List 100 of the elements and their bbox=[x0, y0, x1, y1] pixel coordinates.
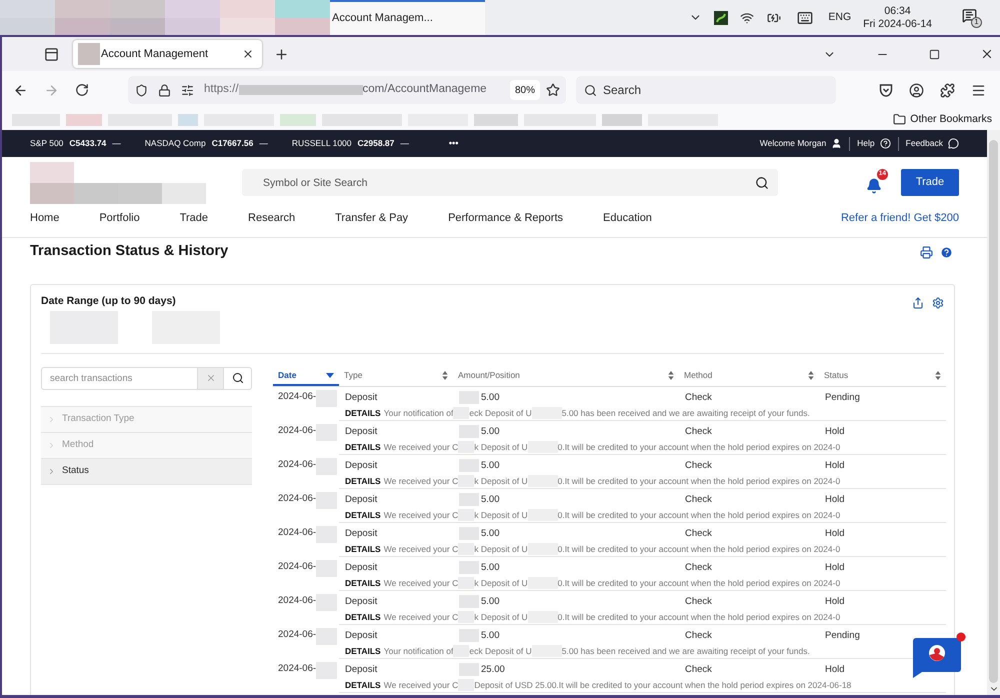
back-icon[interactable] bbox=[13, 82, 28, 98]
nav-link[interactable]: Education bbox=[603, 210, 652, 226]
amount-cell: 5.00 bbox=[481, 628, 500, 642]
sliders-icon[interactable] bbox=[181, 84, 194, 96]
status-cell: Hold bbox=[825, 460, 845, 471]
status-cell: Hold bbox=[825, 596, 845, 607]
blurred-block bbox=[459, 628, 479, 642]
date-cell: 2024-06- bbox=[278, 424, 316, 438]
wifi-icon[interactable] bbox=[740, 10, 754, 24]
type-cell: Deposit bbox=[345, 664, 378, 675]
nav-link[interactable]: Transfer & Pay bbox=[335, 210, 408, 226]
app-tray-icon[interactable] bbox=[714, 10, 728, 24]
close-icon[interactable] bbox=[980, 47, 994, 61]
search-icon[interactable] bbox=[755, 176, 769, 190]
blurred-block bbox=[528, 440, 558, 453]
lock-icon[interactable] bbox=[158, 84, 171, 96]
panel-icon[interactable] bbox=[44, 46, 59, 62]
date-cell: 2024-06- bbox=[278, 492, 316, 506]
scrollbar-thumb[interactable] bbox=[989, 140, 998, 683]
star-icon[interactable] bbox=[546, 83, 560, 97]
trade-button[interactable]: Trade bbox=[901, 169, 959, 196]
index-value: C2958.87 bbox=[358, 137, 394, 150]
column-header[interactable]: Amount/Position bbox=[453, 366, 679, 386]
browser-tab[interactable]: Account Management bbox=[73, 40, 262, 68]
details-text: 0.It will be credited to your account when the hold period expires on 2024-0 bbox=[558, 610, 840, 623]
address-field[interactable]: https:// com/AccountManageme 80% bbox=[128, 76, 566, 104]
index-value: C17667.56 bbox=[212, 137, 254, 150]
feedback-icon bbox=[948, 138, 959, 149]
nav-link[interactable]: Research bbox=[248, 210, 296, 226]
reload-icon[interactable] bbox=[75, 83, 89, 97]
bookmark-folder[interactable]: Other Bookmarks bbox=[893, 112, 992, 128]
welcome-link[interactable]: Welcome Morgan bbox=[760, 137, 842, 150]
maximize-icon[interactable] bbox=[929, 48, 940, 60]
blurred-block bbox=[78, 43, 100, 65]
chevron-right-icon bbox=[47, 466, 56, 476]
chevron-right-icon bbox=[47, 414, 56, 424]
close-icon[interactable] bbox=[242, 48, 254, 60]
column-header[interactable]: Status bbox=[819, 366, 946, 386]
blurred-block bbox=[55, 0, 110, 35]
details-text: We received your C bbox=[384, 542, 458, 555]
blurred-block bbox=[459, 492, 479, 506]
puzzle-icon[interactable] bbox=[940, 82, 955, 98]
column-header[interactable]: Date bbox=[273, 366, 339, 386]
index-name[interactable]: NASDAQ Comp bbox=[144, 137, 206, 150]
url-text: com/AccountManageme bbox=[362, 82, 487, 98]
status-cell: Hold bbox=[825, 664, 845, 675]
sort-icon bbox=[668, 370, 674, 380]
shield-icon[interactable] bbox=[135, 84, 148, 96]
menu-icon[interactable] bbox=[971, 82, 986, 98]
shield-chevron-icon[interactable] bbox=[879, 84, 893, 96]
taskbar-app-button[interactable]: Account Managem... bbox=[330, 0, 485, 35]
clock-date[interactable]: Fri 2024-06-14 bbox=[863, 18, 932, 30]
amount-cell: 5.00 bbox=[481, 458, 500, 472]
nav-link[interactable]: Trade bbox=[180, 210, 208, 226]
share-icon[interactable] bbox=[912, 296, 924, 309]
column-header[interactable]: Type bbox=[339, 366, 453, 386]
blurred-block bbox=[474, 114, 518, 126]
printer-icon[interactable] bbox=[920, 246, 933, 258]
column-header[interactable]: Method bbox=[679, 366, 819, 386]
chat-button[interactable] bbox=[913, 632, 966, 678]
details-text: k Deposit of U bbox=[474, 474, 528, 487]
help-link[interactable]: Help bbox=[857, 137, 891, 150]
details-text: We received your C bbox=[384, 678, 458, 691]
blurred-block bbox=[459, 526, 479, 540]
search-transactions-field[interactable]: search transactions bbox=[41, 366, 198, 390]
index-name[interactable]: S&P 500 bbox=[30, 137, 64, 150]
blurred-block bbox=[459, 594, 479, 608]
settings-icon[interactable] bbox=[932, 296, 944, 309]
search-button[interactable] bbox=[223, 366, 252, 390]
clock-time[interactable]: 06:34 bbox=[884, 4, 911, 18]
method-cell: Check bbox=[685, 528, 712, 539]
nav-link[interactable]: Performance & Reports bbox=[448, 210, 563, 226]
zoom-button[interactable]: 80% bbox=[510, 80, 540, 100]
filter-row[interactable]: Status bbox=[41, 458, 252, 485]
index-name[interactable]: RUSSELL 1000 bbox=[292, 137, 352, 150]
feedback-link[interactable]: Feedback bbox=[906, 137, 959, 150]
details-text: k Deposit of U bbox=[474, 610, 528, 623]
bell-icon[interactable] bbox=[866, 178, 882, 194]
user-icon bbox=[831, 138, 842, 149]
index-change: — bbox=[112, 137, 121, 150]
status-cell: Hold bbox=[825, 562, 845, 573]
browser-search-field[interactable]: Search bbox=[576, 76, 836, 104]
date-cell: 2024-06- bbox=[278, 628, 316, 642]
nav-link[interactable]: Home bbox=[30, 210, 60, 226]
language-indicator[interactable]: ENG bbox=[828, 10, 852, 26]
notification-icon[interactable] bbox=[962, 8, 977, 22]
new-tab-icon[interactable] bbox=[274, 46, 289, 62]
blurred-block bbox=[602, 114, 642, 126]
nav-link[interactable]: Portfolio bbox=[99, 210, 140, 226]
blurred-block bbox=[528, 508, 558, 521]
method-cell: Check bbox=[685, 494, 712, 505]
date-cell: 2024-06- bbox=[278, 560, 316, 574]
more-button[interactable]: ••• bbox=[448, 136, 458, 150]
referral-link[interactable]: Refer a friend! Get $200 bbox=[840, 210, 959, 226]
status-cell: Pending bbox=[825, 392, 860, 403]
site-search-field[interactable]: Symbol or Site Search bbox=[242, 169, 778, 196]
account-icon[interactable] bbox=[909, 82, 924, 98]
type-cell: Deposit bbox=[345, 596, 378, 607]
help-icon[interactable] bbox=[940, 246, 953, 258]
close-icon bbox=[206, 373, 216, 384]
